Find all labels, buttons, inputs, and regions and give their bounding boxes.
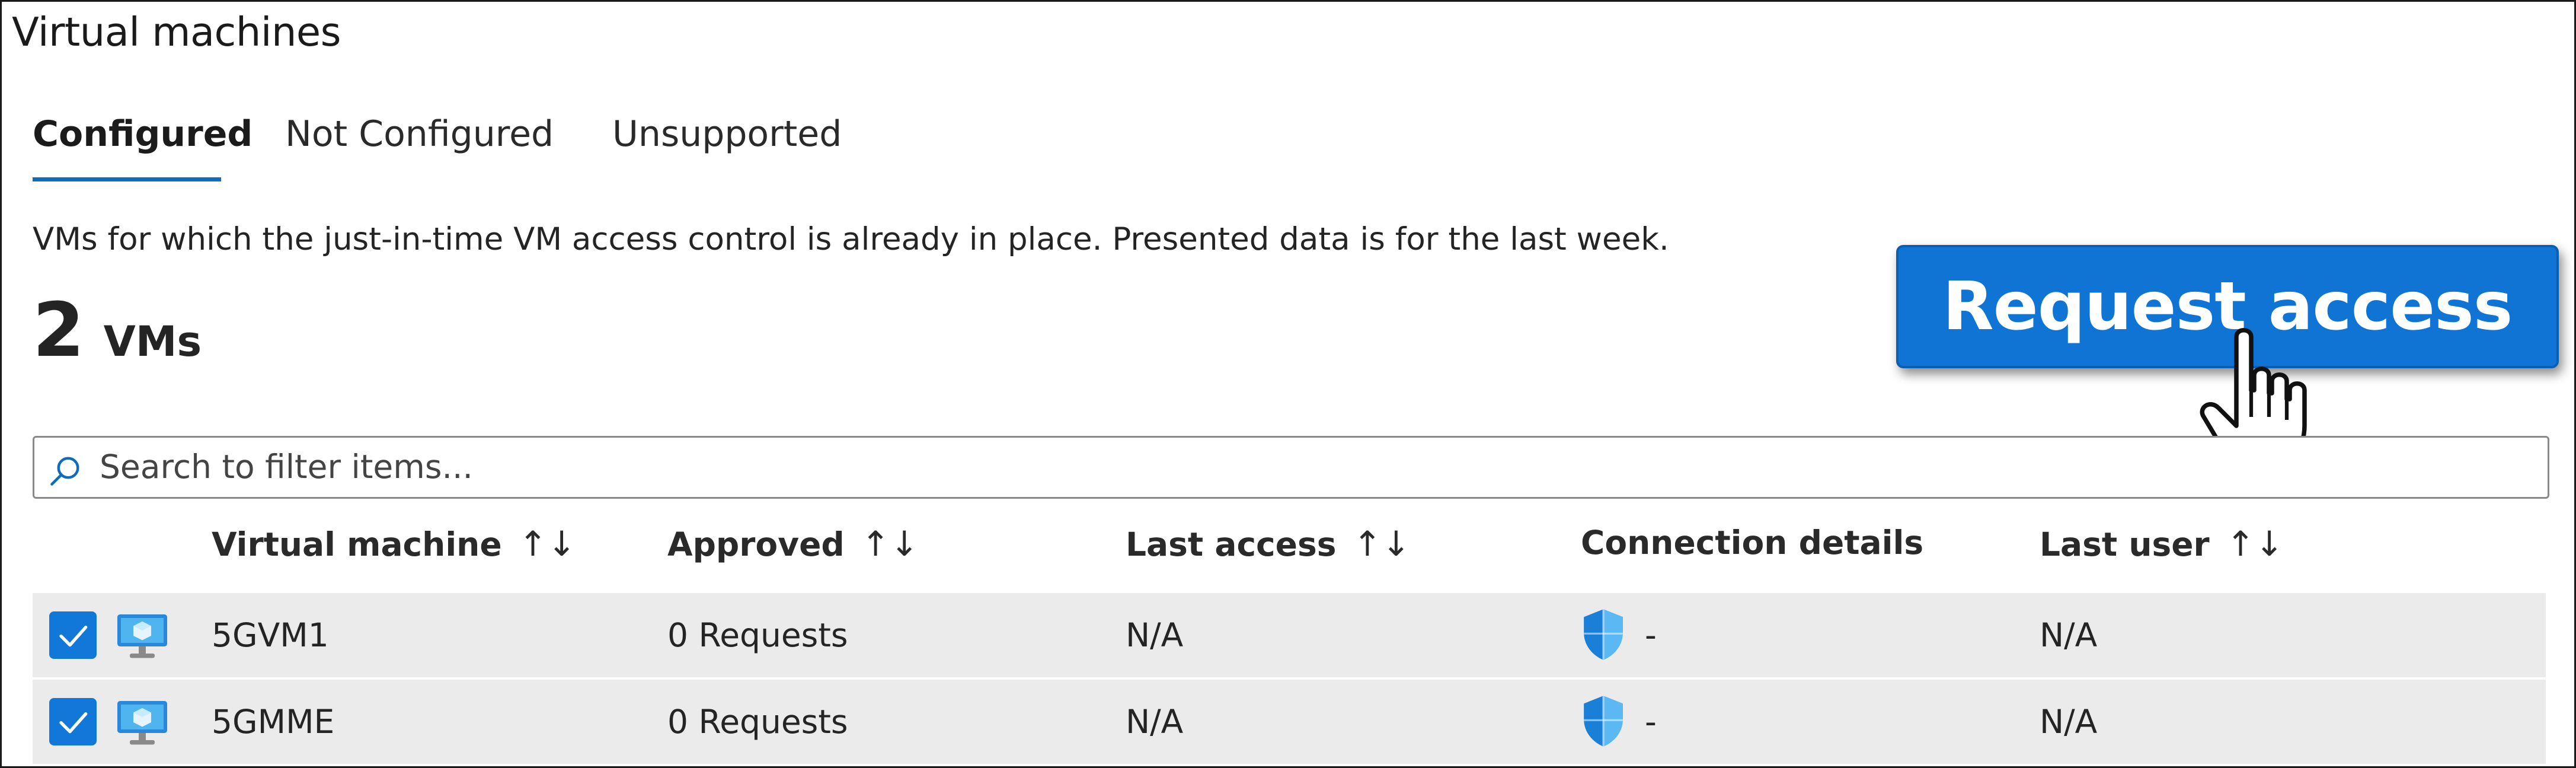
table-row[interactable]: 5GMME 0 Requests N/A - N/A <box>33 680 2546 764</box>
last-access-value: N/A <box>1126 616 1184 654</box>
shield-icon <box>1584 696 1623 747</box>
search-box <box>33 436 2549 499</box>
approved-value: 0 Requests <box>667 616 848 654</box>
column-header-last-access[interactable]: Last access ↑↓ <box>1126 524 1411 564</box>
virtual-machine-icon <box>117 701 167 745</box>
tab-description: VMs for which the just-in-time VM access… <box>33 221 1669 257</box>
sort-icon[interactable]: ↑↓ <box>2226 524 2284 564</box>
column-header-last-user[interactable]: Last user ↑↓ <box>2040 524 2284 564</box>
vm-name[interactable]: 5GMME <box>212 680 334 764</box>
checkmark-icon <box>59 626 88 647</box>
search-icon <box>50 457 79 486</box>
approved-value: 0 Requests <box>667 703 848 741</box>
last-user-value: N/A <box>2040 616 2098 654</box>
vm-count-unit: VMs <box>103 317 202 366</box>
column-label: Connection details <box>1581 524 1924 562</box>
connection-details-value: - <box>1645 616 1657 654</box>
virtual-machines-panel: Virtual machines Configured Not Configur… <box>0 0 2576 768</box>
row-checkbox[interactable] <box>49 611 97 659</box>
last-access-value: N/A <box>1126 703 1184 741</box>
connection-details-value: - <box>1645 703 1657 741</box>
column-label: Last user <box>2040 525 2210 563</box>
tab-configured[interactable]: Configured <box>33 113 253 155</box>
column-label: Last access <box>1126 525 1337 563</box>
shield-icon <box>1584 609 1623 660</box>
tab-not-configured[interactable]: Not Configured <box>285 113 554 155</box>
checkmark-icon <box>59 712 88 734</box>
vm-name[interactable]: 5GVM1 <box>212 593 329 677</box>
search-input[interactable] <box>98 442 2472 491</box>
column-label: Virtual machine <box>212 525 502 563</box>
column-header-virtual-machine[interactable]: Virtual machine ↑↓ <box>212 524 576 564</box>
sort-icon[interactable]: ↑↓ <box>861 524 919 564</box>
sort-icon[interactable]: ↑↓ <box>1353 524 1410 564</box>
active-tab-indicator <box>33 177 221 181</box>
column-header-approved[interactable]: Approved ↑↓ <box>667 524 919 564</box>
vm-count: 2 VMs <box>33 286 202 374</box>
sort-icon[interactable]: ↑↓ <box>519 524 576 564</box>
column-header-connection-details: Connection details <box>1581 524 1923 562</box>
vm-count-number: 2 <box>33 286 85 374</box>
table-row[interactable]: 5GVM1 0 Requests N/A - N/A <box>33 593 2546 677</box>
virtual-machine-icon <box>117 614 167 658</box>
last-user-value: N/A <box>2040 703 2098 741</box>
column-label: Approved <box>667 525 845 563</box>
tab-unsupported[interactable]: Unsupported <box>612 113 842 155</box>
row-checkbox[interactable] <box>49 698 97 745</box>
page-title: Virtual machines <box>12 9 341 55</box>
